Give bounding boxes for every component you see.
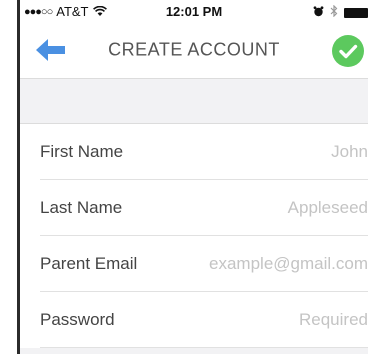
device-frame: ●●●○○ AT&T 12:01 PM CREATE ACCOUNT First… <box>0 0 368 354</box>
navigation-bar: CREATE ACCOUNT <box>20 22 368 78</box>
battery-icon <box>344 7 368 18</box>
first-name-input[interactable] <box>168 142 368 162</box>
section-footer <box>20 348 368 354</box>
page-title: CREATE ACCOUNT <box>108 39 280 60</box>
form-row-parent-email: Parent Email <box>20 236 368 292</box>
last-name-input[interactable] <box>168 198 368 218</box>
account-form: First Name Last Name Parent Email Passwo… <box>20 124 368 348</box>
parent-email-label: Parent Email <box>40 254 138 273</box>
parent-email-input[interactable] <box>168 254 368 274</box>
bluetooth-icon <box>330 4 338 20</box>
app-screen: ●●●○○ AT&T 12:01 PM CREATE ACCOUNT First… <box>20 0 368 354</box>
last-name-label: Last Name <box>40 198 123 217</box>
section-header <box>20 78 368 124</box>
form-row-last-name: Last Name <box>20 180 368 236</box>
form-row-password: Password <box>20 292 368 348</box>
status-bar: ●●●○○ AT&T 12:01 PM <box>20 0 368 22</box>
password-input[interactable] <box>168 310 368 330</box>
checkmark-icon <box>339 44 358 59</box>
alarm-icon <box>313 5 324 20</box>
first-name-label: First Name <box>40 142 124 161</box>
device-bezel <box>0 0 20 354</box>
status-right <box>313 4 368 20</box>
password-label: Password <box>40 310 115 329</box>
form-row-first-name: First Name <box>20 124 368 180</box>
confirm-button[interactable] <box>332 35 364 67</box>
